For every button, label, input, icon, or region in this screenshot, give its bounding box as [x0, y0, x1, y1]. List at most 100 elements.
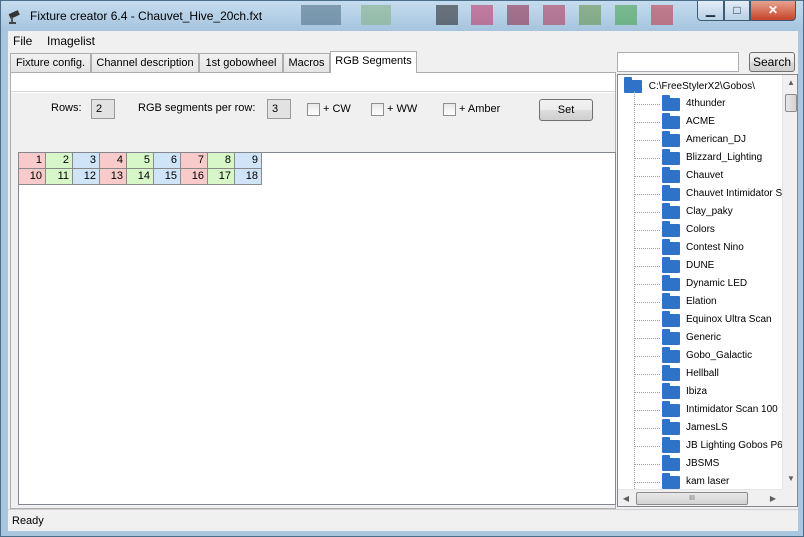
- close-button[interactable]: ✕: [750, 1, 796, 21]
- scroll-down-icon[interactable]: ▼: [783, 471, 797, 487]
- client-area: File Imagelist Fixture config. Channel d…: [8, 31, 798, 531]
- window-title: Fixture creator 6.4 - Chauvet_Hive_20ch.…: [30, 9, 263, 23]
- app-icon: [8, 10, 20, 24]
- segment-cell[interactable]: 2: [46, 153, 73, 169]
- tree-connector: [634, 356, 660, 357]
- tree-root[interactable]: C:\FreeStylerX2\Gobos\: [624, 77, 755, 93]
- maximize-button[interactable]: □: [724, 1, 750, 21]
- tree-connector: [634, 338, 660, 339]
- tree-item[interactable]: Elation: [634, 293, 797, 311]
- tree-item[interactable]: 4thunder: [634, 95, 797, 113]
- tree-item[interactable]: Generic: [634, 329, 797, 347]
- segment-cell[interactable]: 14: [127, 169, 154, 185]
- hscroll-thumb[interactable]: III: [636, 492, 748, 505]
- segment-cell[interactable]: 6: [154, 153, 181, 169]
- tree-item[interactable]: Equinox Ultra Scan: [634, 311, 797, 329]
- tree-connector: [634, 212, 660, 213]
- folder-icon: [662, 113, 680, 129]
- folder-icon: [662, 419, 680, 435]
- tree-item[interactable]: Intimidator Scan 100: [634, 401, 797, 419]
- segment-cell[interactable]: 13: [100, 169, 127, 185]
- amber-label: + Amber: [459, 103, 501, 115]
- tree-connector: [634, 230, 660, 231]
- tree-item-label: Ibiza: [686, 386, 708, 397]
- info-field[interactable]: [11, 73, 615, 92]
- tree-item-label: ACME: [686, 116, 715, 127]
- segments-per-row-field[interactable]: 3: [267, 99, 291, 119]
- cw-checkbox[interactable]: [307, 103, 320, 116]
- vertical-scrollbar[interactable]: ▲ ▼: [782, 75, 797, 489]
- tree-connector: [634, 140, 660, 141]
- segment-grid: 1 2 3 4 5 6 7 8 9 10 11 12 13 14 15 16 1…: [18, 152, 616, 505]
- segment-cell[interactable]: 9: [235, 153, 262, 169]
- set-button[interactable]: Set: [539, 99, 593, 121]
- folder-icon: [662, 347, 680, 363]
- tree-item-label: Intimidator Scan 100: [686, 404, 778, 415]
- scroll-right-icon[interactable]: ▶: [765, 490, 781, 506]
- horizontal-scrollbar[interactable]: ◀ III ▶: [618, 489, 782, 506]
- segment-cell[interactable]: 8: [208, 153, 235, 169]
- tree-item[interactable]: DUNE: [634, 257, 797, 275]
- tree-connector: [634, 410, 660, 411]
- folder-icon: [662, 473, 680, 489]
- title-bar[interactable]: Fixture creator 6.4 - Chauvet_Hive_20ch.…: [1, 1, 803, 31]
- tree-item[interactable]: Blizzard_Lighting: [634, 149, 797, 167]
- tree-item[interactable]: Gobo_Galactic: [634, 347, 797, 365]
- tree-item[interactable]: Colors: [634, 221, 797, 239]
- folder-icon: [662, 239, 680, 255]
- segment-cell[interactable]: 16: [181, 169, 208, 185]
- tree-item[interactable]: ACME: [634, 113, 797, 131]
- amber-checkbox[interactable]: [443, 103, 456, 116]
- segment-cell[interactable]: 3: [73, 153, 100, 169]
- tree-item[interactable]: JamesLS: [634, 419, 797, 437]
- tab-rgb-segments[interactable]: RGB Segments: [330, 51, 417, 73]
- tree-item-label: Hellball: [686, 368, 719, 379]
- scroll-left-icon[interactable]: ◀: [618, 490, 634, 506]
- tree-item[interactable]: Chauvet Intimidator Sp: [634, 185, 797, 203]
- segment-cell[interactable]: 7: [181, 153, 208, 169]
- segment-cell[interactable]: 10: [19, 169, 46, 185]
- scroll-thumb[interactable]: [785, 94, 797, 112]
- tree-item[interactable]: Dynamic LED: [634, 275, 797, 293]
- tree-item[interactable]: Chauvet: [634, 167, 797, 185]
- tree-item[interactable]: American_DJ: [634, 131, 797, 149]
- folder-icon: [662, 203, 680, 219]
- menu-imagelist[interactable]: Imagelist: [47, 34, 95, 48]
- rgb-segments-panel: Rows: 2 RGB segments per row: 3 + CW + W…: [10, 72, 616, 509]
- segment-cell[interactable]: 18: [235, 169, 262, 185]
- search-button[interactable]: Search: [749, 52, 795, 72]
- tree-item[interactable]: Hellball: [634, 365, 797, 383]
- folder-icon: [662, 95, 680, 111]
- tree-item[interactable]: Clay_paky: [634, 203, 797, 221]
- search-input[interactable]: [617, 52, 739, 72]
- segment-cell[interactable]: 4: [100, 153, 127, 169]
- scroll-corner: [782, 489, 797, 506]
- tab-fixture-config[interactable]: Fixture config.: [10, 53, 91, 73]
- tree-item[interactable]: JBSMS: [634, 455, 797, 473]
- tree-item[interactable]: Contest Nino: [634, 239, 797, 257]
- tab-channel-description[interactable]: Channel description: [91, 53, 199, 73]
- tree-item[interactable]: Ibiza: [634, 383, 797, 401]
- folder-icon: [662, 401, 680, 417]
- ww-checkbox[interactable]: [371, 103, 384, 116]
- minimize-button[interactable]: ▁: [697, 1, 724, 21]
- scroll-up-icon[interactable]: ▲: [783, 75, 797, 91]
- segments-per-row-label: RGB segments per row:: [138, 102, 256, 114]
- tree-connector: [634, 392, 660, 393]
- rows-field[interactable]: 2: [91, 99, 115, 119]
- tree-item[interactable]: JB Lighting Gobos P6 S: [634, 437, 797, 455]
- segment-cell[interactable]: 12: [73, 169, 100, 185]
- segment-cell[interactable]: 5: [127, 153, 154, 169]
- segment-cell[interactable]: 1: [19, 153, 46, 169]
- segment-cell[interactable]: 11: [46, 169, 73, 185]
- tree-item-label: Elation: [686, 296, 717, 307]
- folder-icon: [662, 257, 680, 273]
- tree-connector: [634, 176, 660, 177]
- tab-1st-gobowheel[interactable]: 1st gobowheel: [199, 53, 283, 73]
- tab-macros[interactable]: Macros: [283, 53, 330, 73]
- menu-file[interactable]: File: [13, 34, 32, 48]
- tree-connector: [634, 302, 660, 303]
- segment-cell[interactable]: 17: [208, 169, 235, 185]
- segment-cell[interactable]: 15: [154, 169, 181, 185]
- tree-connector: [634, 194, 660, 195]
